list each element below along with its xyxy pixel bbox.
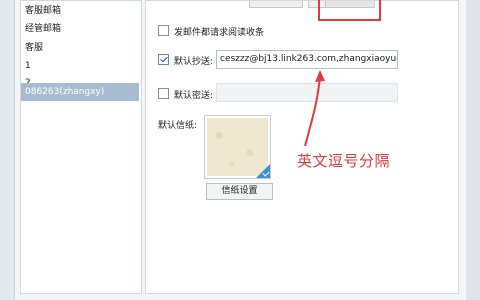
annotation-arrow xyxy=(304,70,325,147)
annotation-text: 英文逗号分隔 xyxy=(297,152,391,170)
